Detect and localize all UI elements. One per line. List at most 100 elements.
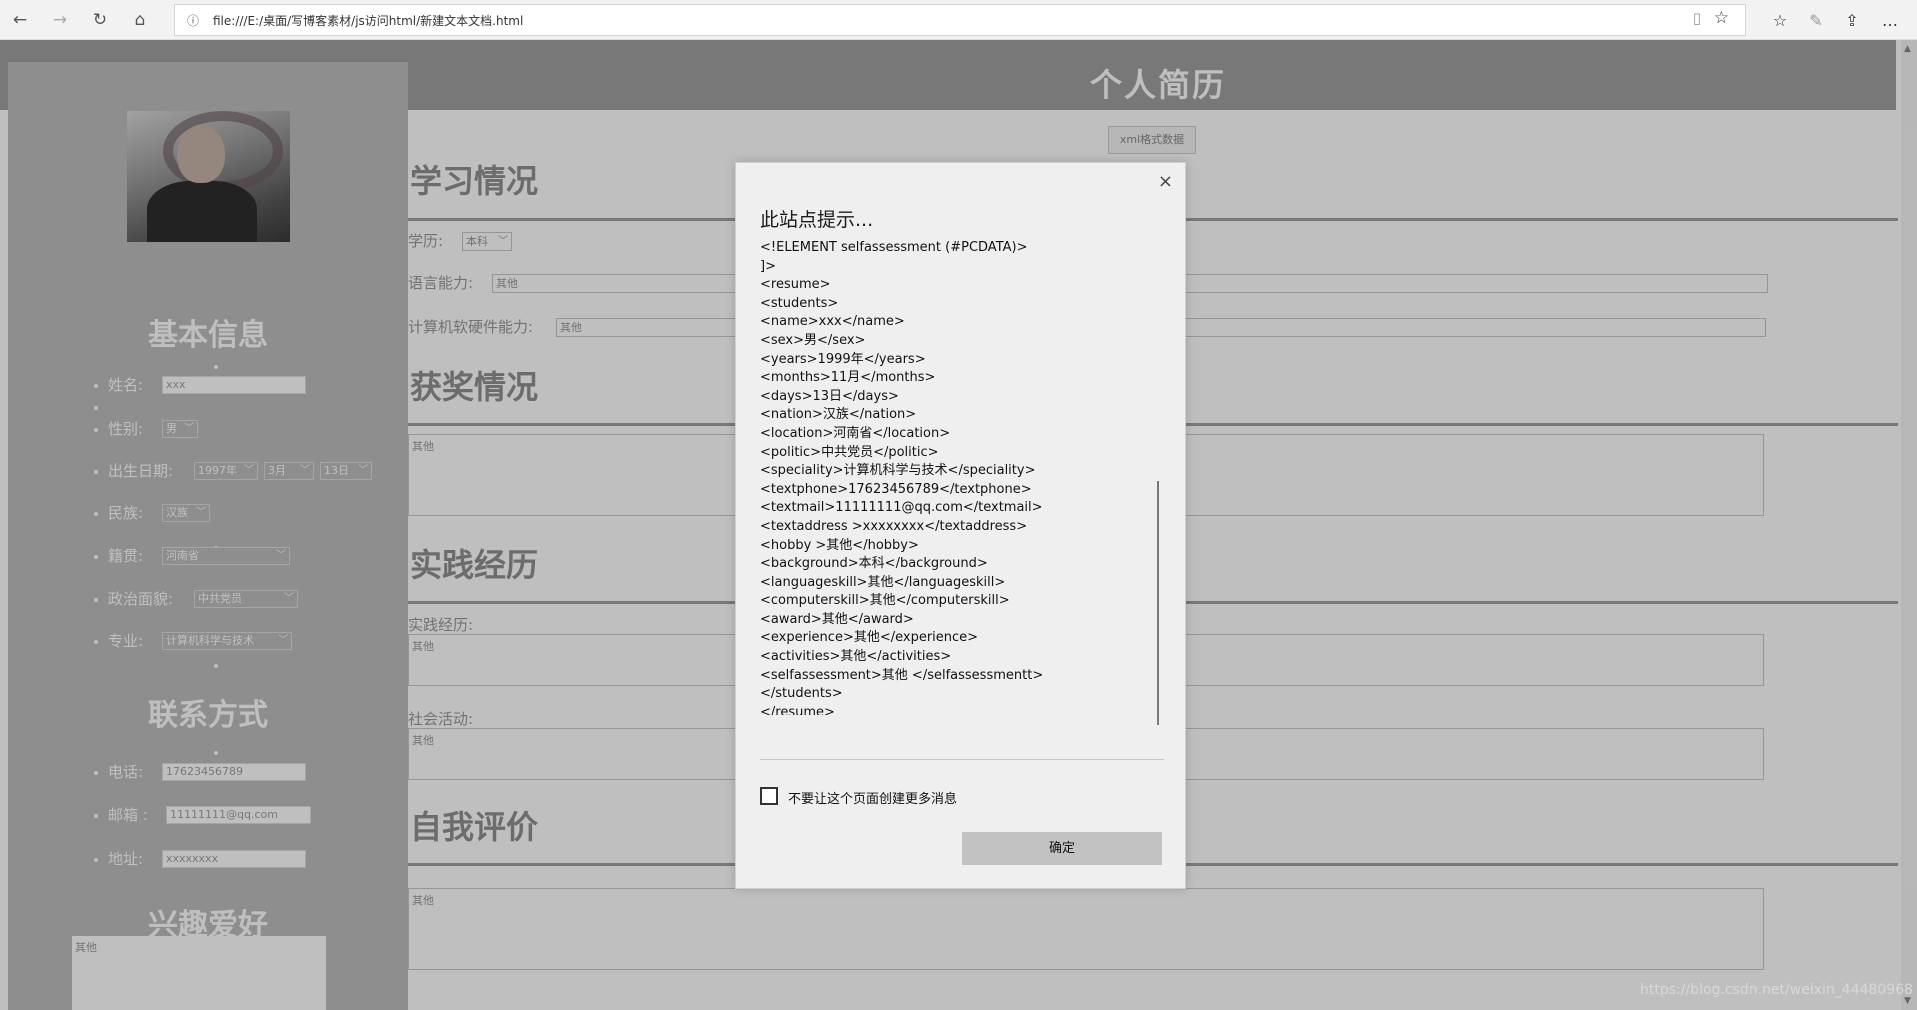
list-dot [214,664,218,668]
message-line: <hobby >其他</hobby> [760,537,919,553]
nation-value: 汉族 [166,506,188,519]
list-bullet [94,598,98,602]
phone-input[interactable]: 17623456789 [162,763,306,781]
list-dot [214,365,218,369]
name-input[interactable]: xxx [162,376,306,394]
birth-month-value: 3月 [268,464,286,477]
message-line: </resume> [760,704,835,715]
message-line: <days>13日</days> [760,388,899,404]
list-bullet [94,470,98,474]
message-line: <location>河南省</location> [760,425,951,441]
list-bullet [94,428,98,432]
refresh-icon[interactable]: ↻ [88,8,112,32]
nation-select[interactable]: 汉族 ﹀ [162,504,210,522]
browser-toolbar: ← → ↻ ⌂ ⓘ file:///E:/桌面/写博客素材/js访问html/新… [0,0,1917,40]
mail-input[interactable]: 11111111@qq.com [166,806,311,824]
study-heading: 学习情况 [410,162,539,200]
experience-label: 实践经历: [408,616,474,634]
list-bullet [94,640,98,644]
sex-select[interactable]: 男 ﹀ [162,420,198,438]
url-text[interactable]: file:///E:/桌面/写博客素材/js访问html/新建文本文档.html [213,12,523,29]
sex-value: 男 [166,422,177,435]
location-select[interactable]: 河南省 ﹀ [162,547,290,565]
web-note-icon[interactable]: ✎ [1803,7,1829,33]
message-line: <students> [760,295,839,311]
xml-data-button[interactable]: xml格式数据 [1108,126,1196,154]
message-line: <!ELEMENT selfassessment (#PCDATA)> [760,240,1028,255]
activities-label: 社会活动: [408,710,474,728]
avatar [127,111,290,242]
address-input[interactable]: xxxxxxxx [162,850,306,868]
chevron-down-icon: ﹀ [278,635,288,646]
self-assessment-textarea[interactable]: 其他 [408,888,1764,970]
alert-dialog: × 此站点提示... <!ELEMENT selfassessment (#PC… [735,162,1186,889]
list-bullet [94,771,98,775]
message-line: <nation>汉族</nation> [760,407,917,423]
name-label: 姓名: [108,376,144,394]
message-line: <textmail>11111111@qq.com</textmail> [760,500,1043,516]
speciality-select[interactable]: 计算机科学与技术 ﹀ [162,632,292,650]
list-bullet [94,555,98,559]
message-line: <background>本科</background> [760,556,988,572]
avatar-jersey [147,181,257,242]
self-assessment-heading: 自我评价 [410,808,539,846]
location-value: 河南省 [166,549,199,562]
background-value: 本科 [466,235,488,248]
award-heading: 获奖情况 [410,368,539,406]
chevron-down-icon: ﹀ [284,593,294,604]
computer-skill-label: 计算机软硬件能力: [408,318,534,336]
watermark: https://blog.csdn.net/weixin_44480968 [1640,982,1914,998]
back-arrow-icon[interactable]: ← [8,8,32,32]
dialog-scrollbar[interactable] [1157,481,1159,725]
chevron-down-icon: ﹀ [358,465,368,476]
birth-month-select[interactable]: 3月 ﹀ [264,462,314,480]
scroll-up-icon[interactable]: ▲ [1904,44,1911,54]
message-line: <name>xxx</name> [760,314,905,330]
mail-label: 邮箱 : [108,806,148,824]
politic-value: 中共党员 [198,592,242,605]
ok-button[interactable]: 确定 [962,832,1162,865]
phone-label: 电话: [108,763,144,781]
chevron-down-icon: ﹀ [184,423,194,434]
list-bullet [94,512,98,516]
close-icon[interactable]: × [1158,171,1173,192]
message-line: <computerskill>其他</computerskill> [760,593,1010,609]
forward-arrow-icon[interactable]: → [48,8,72,32]
page-scrollbar[interactable]: ▲ ▼ [1901,40,1917,1010]
avatar-face [177,125,225,183]
favorites-hub-icon[interactable]: ☆ [1767,7,1793,33]
background-select[interactable]: 本科 ﹀ [462,232,512,251]
more-icon[interactable]: … [1877,7,1903,33]
favorite-star-icon[interactable]: ☆ [1714,8,1729,28]
message-line: </students> [760,686,843,702]
politic-select[interactable]: 中共党员 ﹀ [194,590,298,608]
message-line: <textaddress >xxxxxxxx</textaddress> [760,518,1028,534]
birth-day-value: 13日 [324,464,349,477]
chevron-down-icon: ﹀ [276,550,286,561]
list-bullet [94,406,98,410]
reading-view-icon[interactable]: ▯ [1693,9,1701,27]
chevron-down-icon: ﹀ [244,465,254,476]
message-line: <speciality>计算机科学与技术</speciality> [760,463,1036,479]
dialog-message: <!ELEMENT selfassessment (#PCDATA)>]> <re… [760,239,1160,715]
suppress-messages-label[interactable]: 不要让这个页面创建更多消息 [788,788,957,807]
message-line: <languageskill>其他</languageskill> [760,574,1006,590]
list-bullet [94,384,98,388]
share-icon[interactable]: ⇪ [1839,7,1865,33]
message-line: <experience>其他</experience> [760,630,979,646]
birth-day-select[interactable]: 13日 ﹀ [320,462,372,480]
contact-heading: 联系方式 [148,698,268,733]
suppress-messages-checkbox[interactable] [760,787,778,805]
address-bar[interactable]: ⓘ file:///E:/桌面/写博客素材/js访问html/新建文本文档.ht… [174,4,1746,36]
message-line: <politic>中共党员</politic> [760,444,939,460]
page-title: 个人简历 [1090,66,1227,104]
info-icon[interactable]: ⓘ [187,12,199,29]
location-label: 籍贯: [108,547,144,565]
birth-year-select[interactable]: 1997年 ﹀ [194,462,258,480]
message-line: <sex>男</sex> [760,332,866,348]
message-line: <years>1999年</years> [760,351,926,367]
home-icon[interactable]: ⌂ [128,8,152,32]
sex-label: 性别: [108,420,144,438]
message-line: <activities>其他</activities> [760,649,952,665]
hobby-textarea[interactable]: 其他 [72,936,326,1010]
